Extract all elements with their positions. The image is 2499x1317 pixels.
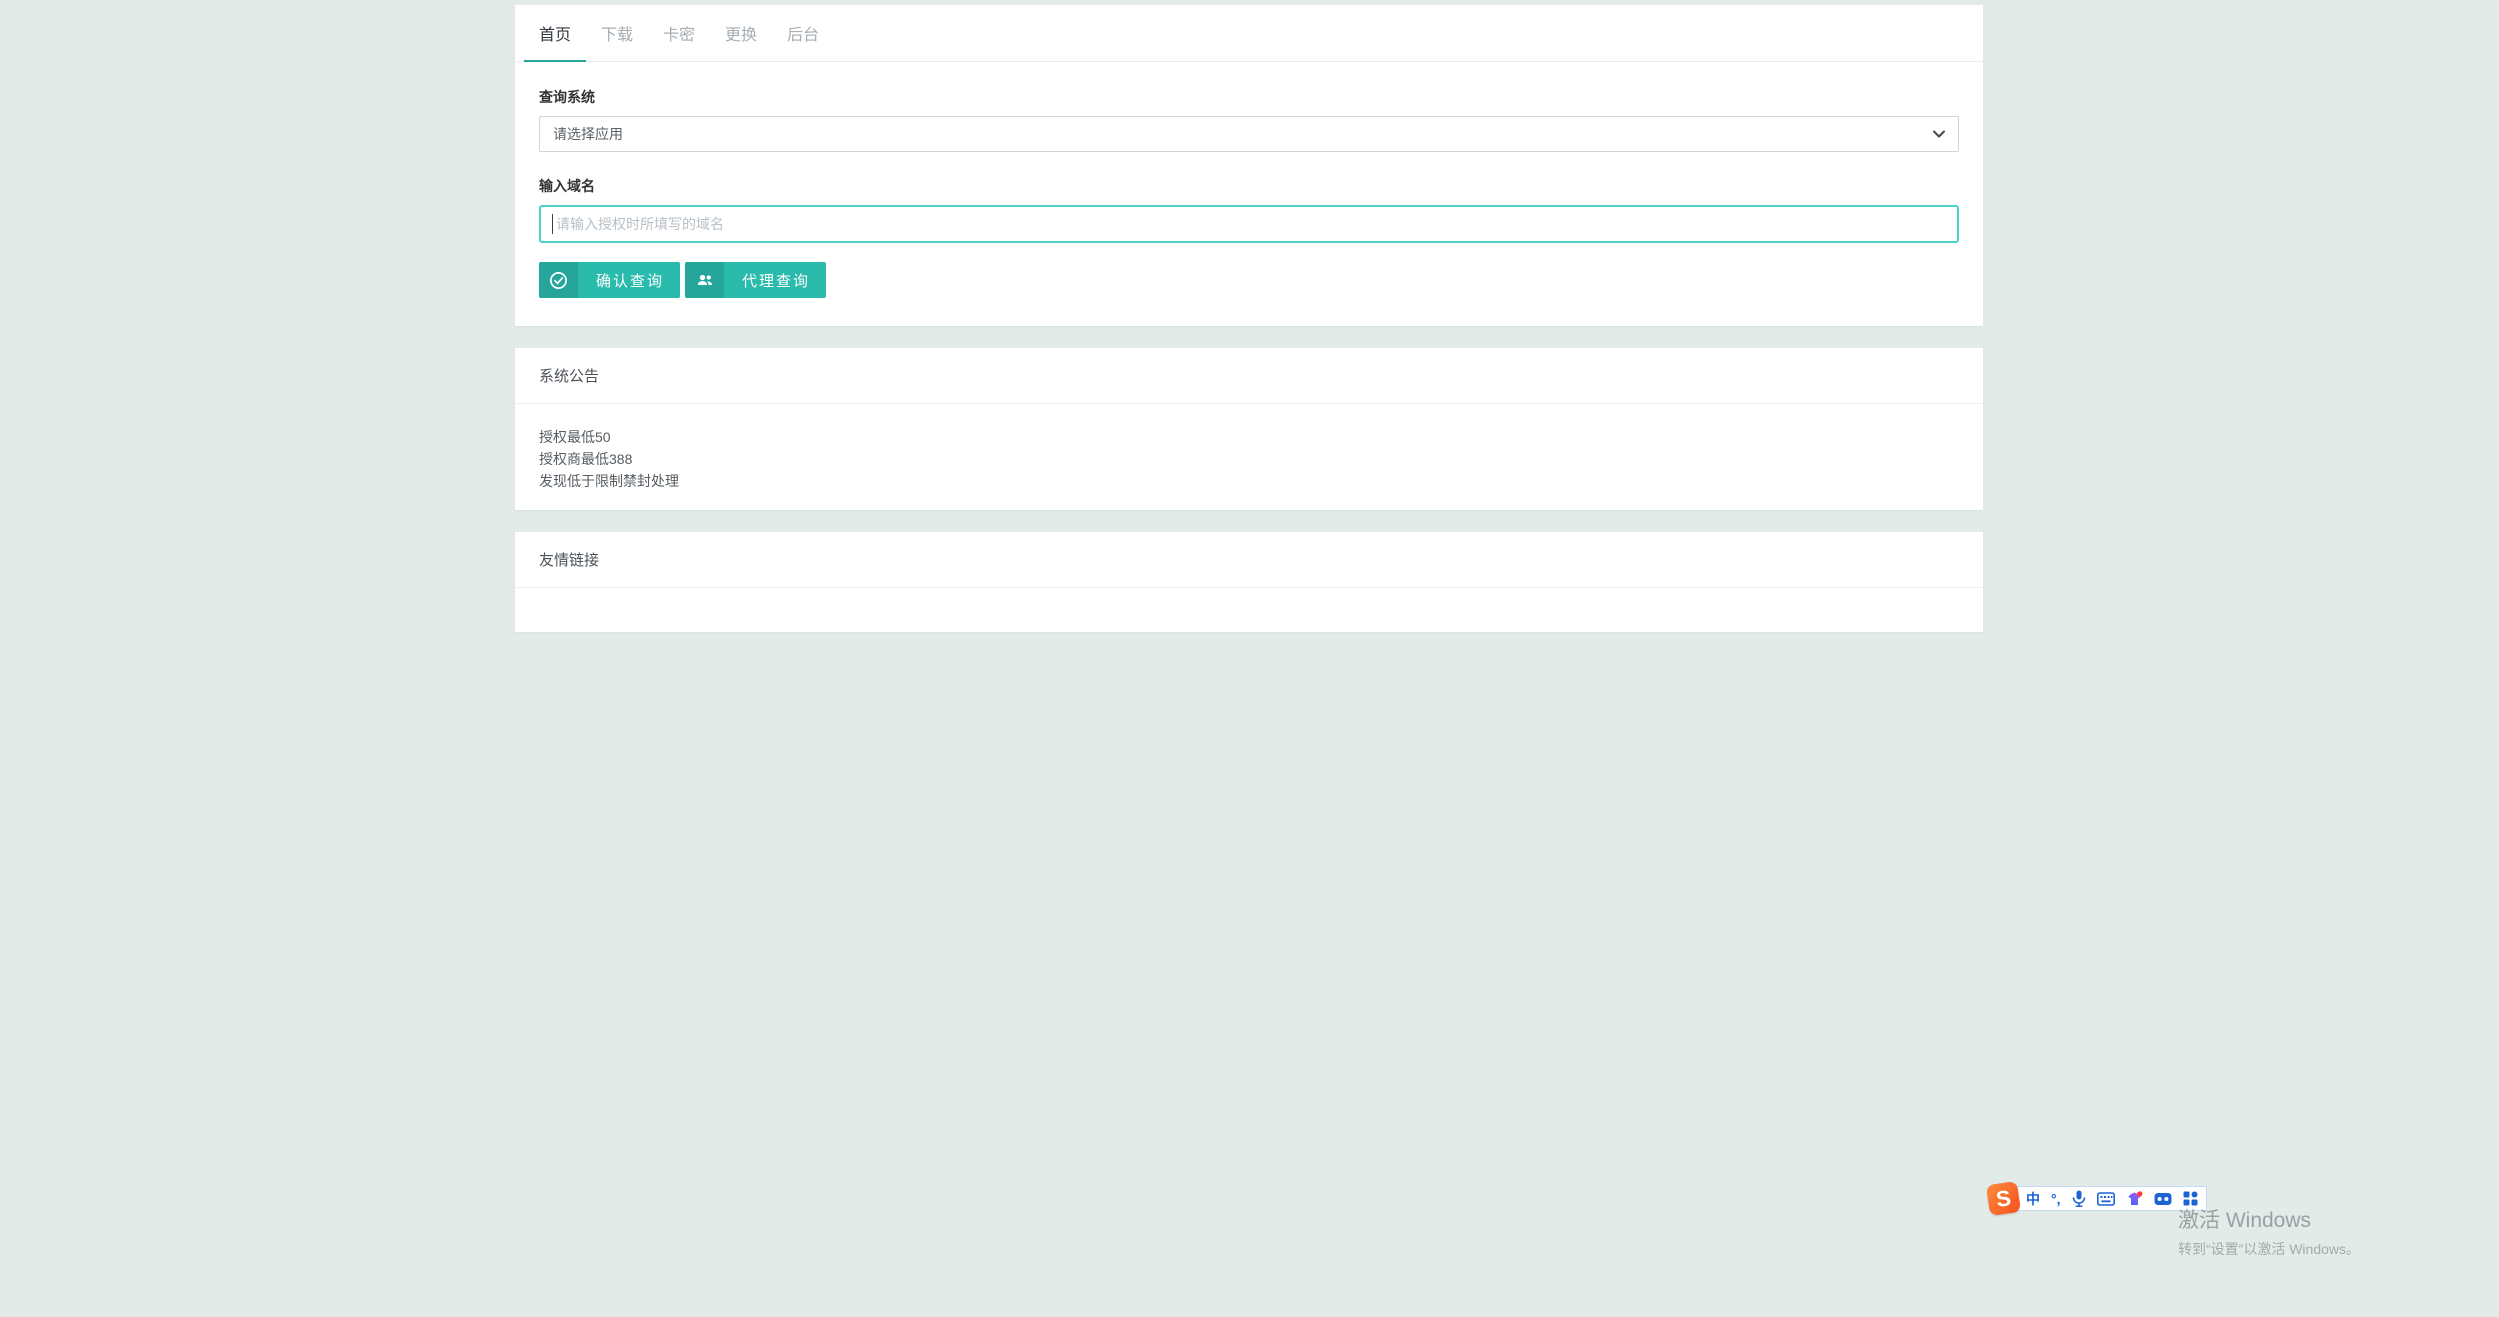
app-select[interactable]: 请选择应用 [539,116,1959,152]
tab-download[interactable]: 下载 [586,5,648,61]
links-body [515,588,1983,632]
announcement-body: 授权最低50 授权商最低388 发现低于限制禁封处理 [515,404,1983,510]
confirm-query-label: 确认查询 [578,262,681,298]
agent-query-button[interactable]: 代理查询 [685,262,827,298]
announcement-card: 系统公告 授权最低50 授权商最低388 发现低于限制禁封处理 [515,348,1983,510]
chinese-mode-icon[interactable]: 中 [2026,1186,2040,1211]
announcement-line: 授权商最低388 [539,451,633,467]
links-title: 友情链接 [515,532,1983,588]
nav-tabs: 首页 下载 卡密 更换 后台 [515,5,1983,62]
tab-card-key[interactable]: 卡密 [648,5,710,61]
sogou-logo-icon[interactable]: S [1985,1180,2022,1217]
keyboard-icon[interactable] [2096,1186,2115,1211]
domain-input[interactable] [539,205,1959,243]
skin-icon[interactable] [2126,1186,2143,1211]
button-row: 确认查询 代理查询 [539,262,1959,298]
tab-home[interactable]: 首页 [524,5,587,62]
announcement-line: 发现低于限制禁封处理 [539,473,679,489]
windows-activation-subtitle: 转到“设置”以激活 Windows。 [2178,1241,2361,1257]
windows-activation-watermark: 激活 Windows 转到“设置”以激活 Windows。 [2178,1204,2360,1259]
emoji-game-icon[interactable] [2154,1186,2172,1211]
tab-admin[interactable]: 后台 [772,5,834,61]
app-select-wrap: 请选择应用 [539,116,1959,152]
tab-replace[interactable]: 更换 [710,5,772,61]
page-root: { "page": { "background": "#e3ebe9", "ac… [0,0,2499,1317]
announcement-line: 授权最低50 [539,429,611,445]
links-card: 友情链接 [515,532,1983,632]
main-column: 首页 下载 卡密 更换 后台 查询系统 请选择应用 输入域名 请输入授权时所填写… [515,5,1983,632]
windows-activation-title: 激活 Windows [2178,1209,2312,1232]
punctuation-icon[interactable]: °, [2051,1186,2061,1211]
query-form: 查询系统 请选择应用 输入域名 请输入授权时所填写的域名 确认查询 代理查询 [515,62,1983,326]
announcement-title: 系统公告 [515,348,1983,404]
domain-input-wrap [539,205,1959,243]
check-circle-icon [539,262,578,298]
domain-input-label: 输入域名 [539,178,595,194]
agent-query-label: 代理查询 [724,262,827,298]
system-select-label: 查询系统 [539,89,595,105]
voice-input-icon[interactable] [2072,1186,2086,1211]
text-caret [552,214,553,234]
users-icon [685,262,725,298]
confirm-query-button[interactable]: 确认查询 [539,262,681,298]
ime-toolbar: S 中 °, [1985,1180,2207,1217]
query-card: 首页 下载 卡密 更换 后台 查询系统 请选择应用 输入域名 请输入授权时所填写… [515,5,1983,326]
